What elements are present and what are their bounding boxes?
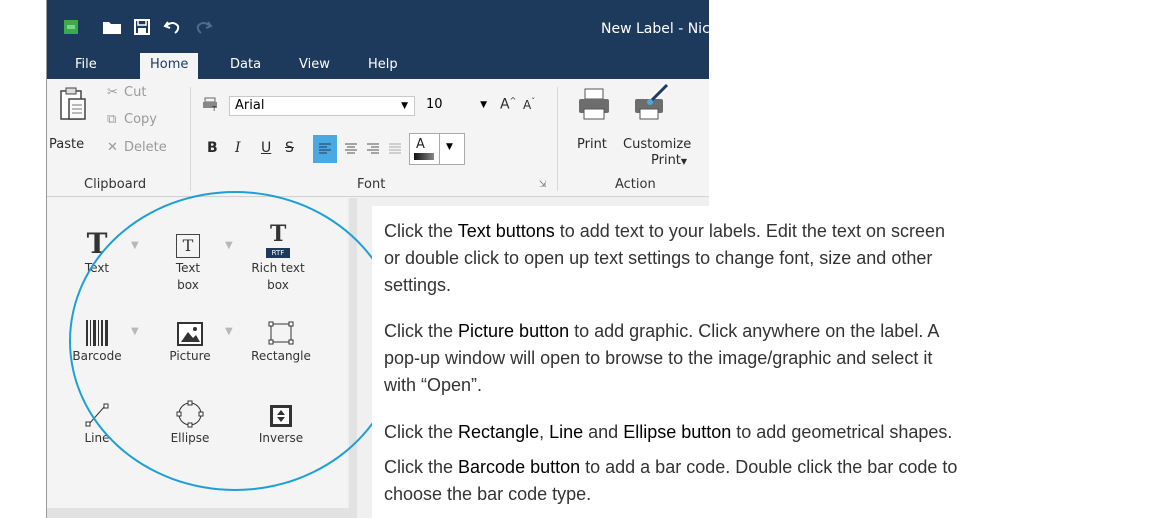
printer-icon [577, 87, 611, 125]
strikethrough-button[interactable]: S [285, 140, 294, 156]
chevron-down-icon: ▼ [401, 101, 408, 111]
font-size-value: 10 [426, 97, 443, 112]
save-icon[interactable] [131, 16, 153, 38]
bottom-scroll-strip [47, 508, 357, 518]
caret-down-icon: ˇ [531, 97, 536, 106]
copy-label: Copy [124, 112, 157, 127]
color-swatch [414, 153, 434, 160]
delete-button[interactable]: ✕ Delete [107, 140, 179, 160]
copy-button[interactable]: ⧉ Copy [107, 112, 179, 132]
font-printer-icon: T [203, 96, 219, 115]
shrink-font-button[interactable]: Aˇ [523, 97, 535, 112]
underline-button[interactable]: U [261, 140, 271, 156]
tab-home[interactable]: Home [140, 53, 199, 79]
tab-data[interactable]: Data [230, 57, 261, 72]
align-right-button[interactable] [362, 135, 384, 163]
paste-label: Paste [49, 137, 85, 152]
tab-help[interactable]: Help [368, 57, 398, 72]
tab-view[interactable]: View [299, 57, 330, 72]
customize-label: Customize [623, 137, 692, 152]
dialog-launcher-icon[interactable]: ⇲ [539, 180, 547, 190]
tab-file[interactable]: File [75, 57, 97, 72]
print-label: Print [577, 137, 607, 152]
redo-icon[interactable] [193, 16, 215, 38]
app-logo-icon[interactable] [61, 16, 81, 38]
clipboard-group-label: Clipboard [84, 177, 147, 192]
copy-icon: ⧉ [107, 112, 117, 127]
font-family-value: Arial [235, 98, 265, 113]
font-group-label: Font [357, 177, 386, 192]
grow-font-button[interactable]: A^ [500, 96, 516, 113]
action-group-label: Action [615, 177, 656, 192]
chevron-down-icon: ▼ [680, 157, 688, 166]
align-left-button[interactable] [313, 135, 337, 163]
title-bar: New Label - Nic [47, 0, 709, 50]
folder-icon[interactable] [101, 16, 123, 38]
align-left-icon [319, 143, 331, 154]
window-title: New Label - Nic [601, 21, 709, 37]
justify-button[interactable] [384, 135, 406, 163]
instruction-shape-buttons: Click the Rectangle, Line and Ellipse bu… [384, 422, 953, 442]
justify-icon [389, 143, 401, 154]
scissors-icon: ✂ [107, 85, 118, 100]
cut-label: Cut [124, 85, 147, 100]
font-color-label: A [416, 137, 425, 152]
grow-font-label: A [500, 96, 510, 113]
customize-print-button[interactable]: Customize Print▼ [621, 83, 707, 173]
font-family-dropdown[interactable]: Arial ▼ [229, 96, 415, 116]
highlight-circle [69, 191, 401, 491]
instruction-picture-button: Click the Picture button to add graphic.… [384, 321, 939, 395]
svg-text:T: T [212, 106, 217, 111]
print-brush-icon [633, 83, 673, 127]
font-size-dropdown[interactable]: 10 ▼ [421, 96, 491, 116]
paste-button[interactable]: Paste [47, 85, 99, 155]
instruction-barcode-button: Click the Barcode button to add a bar co… [384, 457, 958, 504]
chevron-down-icon: ▼ [480, 100, 487, 110]
print-button[interactable]: Print [569, 87, 619, 167]
italic-button[interactable]: I [235, 140, 241, 156]
align-center-icon [345, 143, 357, 154]
delete-icon: ✕ [107, 140, 118, 155]
ribbon: Paste ✂ Cut ⧉ Copy ✕ Delete Clipboard T … [47, 79, 709, 197]
align-right-icon [367, 143, 379, 154]
bold-button[interactable]: B [207, 140, 218, 156]
undo-icon[interactable] [161, 16, 183, 38]
customize-print-label: Print▼ [651, 153, 688, 168]
caret-up-icon: ^ [509, 96, 517, 105]
font-color-button[interactable]: A ▼ [409, 133, 465, 165]
shrink-font-label: A [523, 98, 532, 112]
align-center-button[interactable] [340, 135, 362, 163]
instruction-text-buttons: Click the Text buttons to add text to yo… [384, 221, 945, 295]
cut-button[interactable]: ✂ Cut [107, 85, 179, 105]
delete-label: Delete [124, 140, 167, 155]
chevron-down-icon: ▼ [446, 142, 453, 152]
divider [190, 87, 191, 191]
paste-icon [59, 87, 87, 125]
instructions-panel: Click the Text buttons to add text to yo… [372, 206, 1152, 518]
menu-bar: File Home Data View Help [47, 50, 709, 79]
divider [439, 134, 440, 164]
divider [557, 87, 558, 191]
